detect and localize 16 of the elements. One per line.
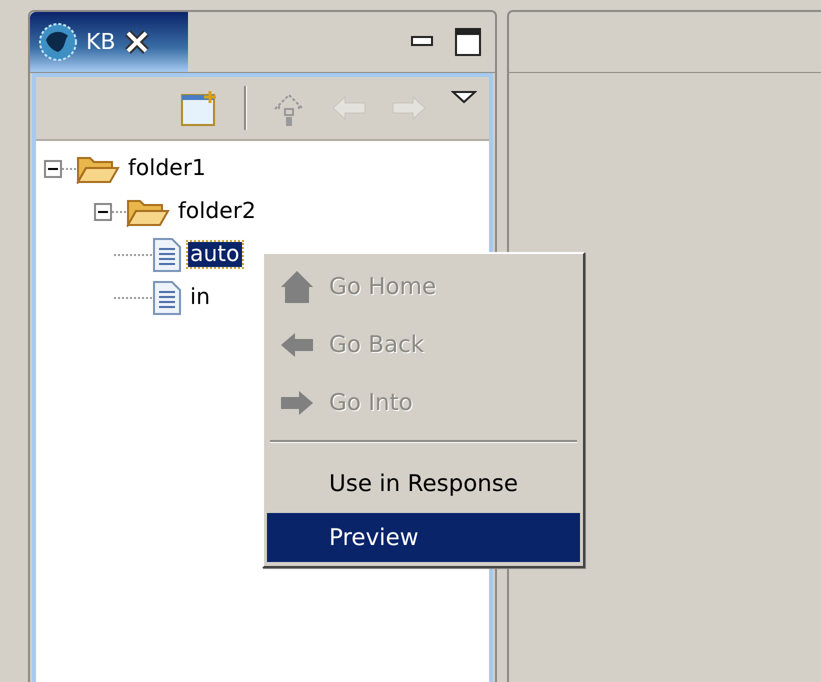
close-icon[interactable] <box>124 29 150 55</box>
document-icon <box>152 236 182 272</box>
tree-item[interactable]: in <box>188 285 212 310</box>
globe-icon <box>38 22 78 62</box>
menu-item[interactable]: Use in Response <box>267 455 580 513</box>
tree-item[interactable]: folder1 <box>126 156 208 181</box>
collapse-toggle[interactable] <box>94 202 112 220</box>
collapse-toggle[interactable] <box>44 160 62 178</box>
house-icon <box>279 269 315 305</box>
maximize-icon[interactable] <box>455 28 481 56</box>
minimize-icon[interactable] <box>411 36 433 48</box>
document-icon <box>152 280 182 316</box>
view-tab[interactable]: KB <box>30 12 188 72</box>
tree-item[interactable]: auto <box>188 242 242 267</box>
tree-item[interactable]: folder2 <box>176 199 258 224</box>
menu-item[interactable]: Preview <box>267 513 580 562</box>
